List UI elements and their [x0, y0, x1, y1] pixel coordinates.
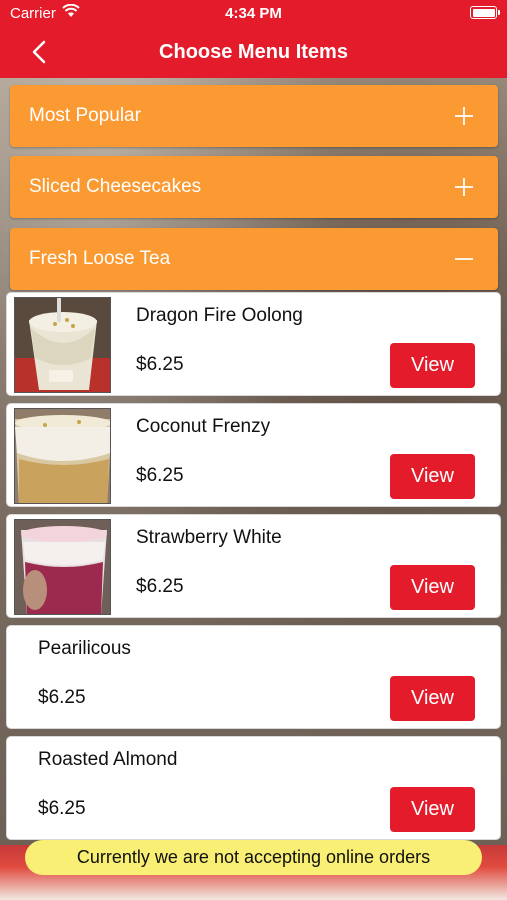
view-button[interactable]: View [390, 343, 475, 388]
item-name: Strawberry White [136, 527, 282, 548]
clock: 4:34 PM [225, 5, 282, 22]
category-sliced-cheesecakes[interactable]: Sliced Cheesecakes [10, 156, 498, 218]
category-label: Sliced Cheesecakes [29, 176, 202, 197]
menu-item: Pearilicous $6.25 View [6, 625, 501, 729]
item-name: Dragon Fire Oolong [136, 305, 303, 326]
minus-icon[interactable] [453, 248, 475, 270]
menu-item: Coconut Frenzy $6.25 View [6, 403, 501, 507]
item-photo [14, 297, 111, 393]
item-photo [14, 519, 111, 615]
online-orders-notice: Currently we are not accepting online or… [25, 840, 482, 875]
item-name: Pearilicous [38, 638, 131, 659]
nav-header: Carrier 4:34 PM Choose Menu Items [0, 0, 507, 78]
item-name: Roasted Almond [38, 749, 178, 770]
menu-item: Roasted Almond $6.25 View [6, 736, 501, 840]
item-price: $6.25 [136, 576, 184, 597]
view-button[interactable]: View [390, 787, 475, 832]
battery-icon [470, 6, 500, 19]
plus-icon[interactable] [453, 105, 475, 127]
item-price: $6.25 [38, 687, 86, 708]
view-button[interactable]: View [390, 454, 475, 499]
page-title: Choose Menu Items [159, 41, 348, 63]
plus-icon[interactable] [453, 176, 475, 198]
category-most-popular[interactable]: Most Popular [10, 85, 498, 147]
status-bar: Carrier 4:34 PM [0, 0, 507, 26]
menu-item: Strawberry White $6.25 View [6, 514, 501, 618]
item-photo [14, 408, 111, 504]
category-label: Most Popular [29, 105, 141, 126]
item-price: $6.25 [136, 465, 184, 486]
menu-item: Dragon Fire Oolong $6.25 View [6, 292, 501, 396]
item-price: $6.25 [136, 354, 184, 375]
item-name: Coconut Frenzy [136, 416, 271, 437]
view-button[interactable]: View [390, 565, 475, 610]
item-price: $6.25 [38, 798, 86, 819]
view-button[interactable]: View [390, 676, 475, 721]
category-fresh-loose-tea[interactable]: Fresh Loose Tea [10, 228, 498, 290]
category-label: Fresh Loose Tea [29, 248, 171, 269]
